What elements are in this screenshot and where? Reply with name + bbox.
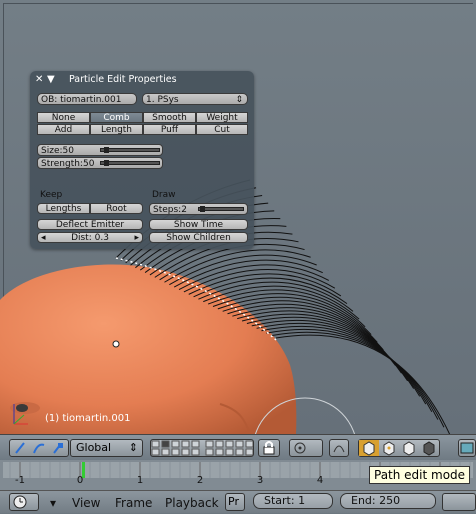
tooltip: Path edit mode (369, 466, 471, 484)
close-icon[interactable]: ✕ (35, 74, 47, 85)
layer-toggle (191, 448, 200, 456)
panel-title: Particle Edit Properties (69, 73, 177, 85)
layer-toggle (181, 448, 190, 456)
layer-toggle (171, 448, 180, 456)
pivot-dropdown[interactable] (289, 439, 323, 457)
keep-root-button[interactable]: Root (90, 203, 143, 214)
brush-length-button[interactable]: Length (90, 124, 143, 135)
layer-buttons[interactable] (150, 439, 254, 457)
layer-toggle (205, 440, 214, 448)
layer-toggle (205, 448, 214, 456)
layer-toggle (245, 448, 254, 456)
layer-toggle (191, 440, 200, 448)
particle-edit-panel: ✕ ▼ Particle Edit Properties OB: tiomart… (30, 71, 254, 249)
lock-icon (263, 441, 275, 455)
object-origin (112, 340, 120, 348)
strength-knob[interactable] (104, 160, 109, 166)
layer-grid-icon (151, 440, 254, 456)
current-frame-field[interactable] (442, 493, 476, 511)
show-time-button[interactable]: Show Time (149, 219, 248, 230)
image-icon (460, 442, 474, 454)
timeline-tick-label: 2 (196, 475, 204, 486)
timeline-tick-label: 4 (316, 475, 324, 486)
brush-weight-button[interactable]: Weight (196, 112, 248, 123)
pivot-icon (294, 442, 306, 454)
timeline-tick-label: 3 (256, 475, 264, 486)
strength-track (100, 161, 160, 165)
strength-slider[interactable]: Strength:50 (37, 157, 163, 169)
layer-toggle (215, 440, 224, 448)
object-field[interactable]: OB: tiomartin.001 (37, 93, 137, 105)
render-preview-button[interactable] (458, 439, 476, 457)
psys-select[interactable]: 1. PSys ⇕ (142, 93, 248, 105)
proportional-edit-icon (333, 445, 345, 453)
right-arrow-icon[interactable]: ▸ (134, 233, 139, 242)
lock-button[interactable] (258, 439, 280, 457)
start-frame-field[interactable]: Start: 1 (253, 493, 333, 509)
keep-label: Keep (40, 190, 63, 200)
layer-toggle (225, 448, 234, 456)
timeline-tick-label: -1 (15, 475, 25, 486)
brush-none-button[interactable]: None (37, 112, 90, 123)
show-children-button[interactable]: Show Children (149, 232, 248, 243)
3d-view-header: Global ⇕ (0, 434, 476, 460)
proportional-button[interactable] (329, 439, 349, 457)
orientation-dropdown[interactable]: Global ⇕ (70, 439, 143, 457)
select-mode-group[interactable] (358, 439, 440, 457)
brush-add-button[interactable]: Add (37, 124, 90, 135)
timeline-header: ▾ View Frame Playback Pr Start: 1 End: 2… (0, 490, 476, 513)
layer-toggle (245, 440, 254, 448)
editor-type-dropdown[interactable] (9, 493, 39, 511)
layer-toggle (235, 440, 244, 448)
steps-slider[interactable]: Steps:2 (149, 203, 248, 215)
menu-view[interactable]: View (72, 496, 100, 510)
deflect-emitter-button[interactable]: Deflect Emitter (37, 219, 143, 230)
layer-toggle (235, 448, 244, 456)
brush-cut-button[interactable]: Cut (196, 124, 248, 135)
size-track (100, 148, 160, 152)
head-mesh (0, 264, 297, 434)
hair-strand (271, 331, 445, 428)
layer-toggle (171, 440, 180, 448)
draw-label: Draw (152, 190, 176, 200)
layer-toggle (161, 448, 170, 456)
object-name-label: (1) tiomartin.001 (45, 413, 131, 424)
updown-icon: ⇕ (235, 95, 243, 105)
collapse-triangle-icon[interactable]: ▼ (47, 74, 59, 85)
keep-lengths-button[interactable]: Lengths (37, 203, 90, 214)
timeline-tick-label: 0 (76, 475, 84, 486)
brush-smooth-button[interactable]: Smooth (143, 112, 196, 123)
layer-toggle (181, 440, 190, 448)
brush-comb-button[interactable]: Comb (90, 112, 143, 123)
clock-icon (13, 495, 27, 509)
3d-viewport[interactable]: (1) tiomartin.001 ✕ ▼ Particle Edit Prop… (0, 0, 476, 434)
manipulator-group[interactable] (9, 439, 69, 457)
layer-toggle (215, 448, 224, 456)
steps-knob[interactable] (200, 206, 205, 212)
menu-playback[interactable]: Playback (165, 496, 219, 510)
transform-manipulator-icon (15, 442, 63, 454)
timeline-tick-label: 1 (136, 475, 144, 486)
updown-icon: ⇕ (128, 441, 138, 454)
layer-toggle (151, 448, 160, 456)
end-frame-field[interactable]: End: 250 (340, 493, 436, 509)
size-slider[interactable]: Size:50 (37, 144, 163, 156)
brush-puff-button[interactable]: Puff (143, 124, 196, 135)
preview-range-button[interactable]: Pr (225, 493, 245, 511)
layer-toggle (161, 440, 170, 448)
panel-header: ✕ ▼ Particle Edit Properties (30, 71, 254, 87)
dist-field[interactable]: ◂ Dist: 0.3 ▸ (37, 232, 143, 243)
menu-collapse-icon[interactable]: ▾ (50, 496, 56, 510)
hair-strand (275, 334, 451, 434)
size-knob[interactable] (104, 147, 109, 153)
left-arrow-icon[interactable]: ◂ (41, 233, 46, 242)
edit-mode-icons (359, 440, 435, 456)
menu-frame[interactable]: Frame (115, 496, 152, 510)
layer-toggle (225, 440, 234, 448)
layer-toggle (151, 440, 160, 448)
